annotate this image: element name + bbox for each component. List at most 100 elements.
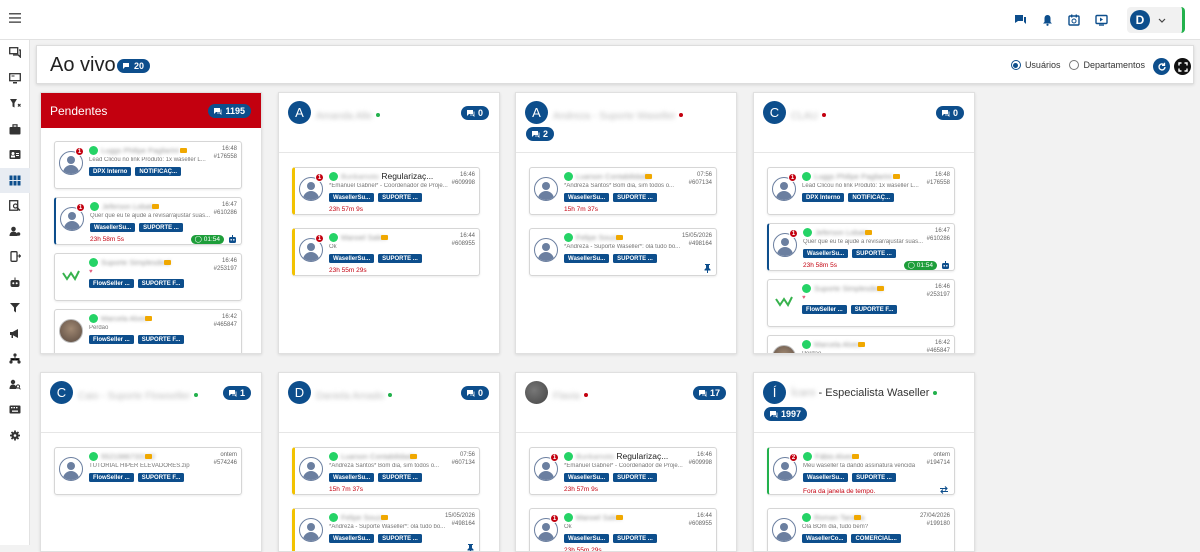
transfer-icon[interactable] — [939, 486, 949, 494]
department-chip[interactable]: FlowSeller ... — [89, 279, 134, 288]
sidebar-item-funnel[interactable] — [0, 91, 30, 117]
contact-avatar — [534, 177, 558, 201]
conversation-card[interactable]: Suporte Simplesdeal 16:46 #253197 ♥ FlowSell… — [767, 279, 955, 327]
radio-users[interactable] — [1010, 60, 1021, 70]
conversation-card[interactable]: Felipe Souza 15/05/2026 #498164 *Andreza - … — [529, 228, 717, 276]
conversation-card[interactable]: 1 Jeferson Lobato 16:47 #610286 Quer que eu … — [767, 223, 955, 271]
department-chip[interactable]: DPX Interno — [89, 167, 132, 176]
chat-icon[interactable] — [1007, 7, 1033, 33]
department-chip[interactable]: FlowSeller ... — [89, 335, 134, 344]
conversation-card[interactable]: 1 Manoel Sales 16:44 #608955 Ok WasellerSu...… — [292, 228, 480, 276]
sidebar-item-keyboard[interactable] — [0, 397, 30, 423]
bell-icon[interactable] — [1034, 7, 1060, 33]
pending-header: Pendentes 1195 — [41, 93, 261, 128]
sidebar-item-bots[interactable] — [0, 270, 30, 296]
fullscreen-button[interactable] — [1174, 58, 1191, 75]
chat-icon — [123, 62, 129, 69]
sidebar-item-search-history[interactable] — [0, 193, 30, 219]
department-chip[interactable]: FlowSeller ... — [89, 473, 134, 482]
agent-avatar: C — [50, 381, 73, 404]
conversation-card[interactable]: Marcela Alves16:42#465847PerdãoFlowSelle… — [54, 309, 242, 353]
department-chip[interactable]: DPX Interno — [802, 193, 845, 202]
department-chip[interactable]: WasellerSu... — [564, 534, 610, 543]
tag-icon — [876, 286, 884, 291]
department-chip[interactable]: WasellerSu... — [329, 534, 375, 543]
schedule-icon[interactable] — [1061, 7, 1087, 33]
radio-departments[interactable] — [1069, 60, 1080, 70]
conversation-card[interactable]: Luarson Contabilidade 07:56 #607134 *Andrez… — [292, 447, 480, 495]
session-timer: ◯ 01:54 — [903, 261, 937, 270]
sidebar-item-user-settings[interactable] — [0, 219, 30, 245]
department-chip[interactable]: NOTIFICAÇ... — [848, 193, 895, 202]
department-chip[interactable]: SUPORTE ... — [613, 254, 657, 263]
sidebar-item-hierarchy[interactable] — [0, 346, 30, 372]
department-chip[interactable]: WasellerSu... — [564, 193, 610, 202]
menu-icon[interactable] — [9, 13, 21, 23]
department-chip[interactable]: WasellerSu... — [564, 473, 610, 482]
sidebar-item-integration[interactable] — [0, 244, 30, 270]
sidebar-item-live[interactable] — [0, 167, 30, 193]
pin-icon[interactable] — [467, 544, 474, 551]
department-chip[interactable]: SUPORTE ... — [378, 534, 422, 543]
conversation-card[interactable]: Suporte Simplesdeal 16:46 #253197 ♥ FlowSell… — [54, 253, 242, 301]
department-chip[interactable]: NOTIFICAÇ... — [135, 167, 182, 176]
conversation-card[interactable]: Luarson Contabilidade 07:56 #607134 *Andrez… — [529, 167, 717, 215]
pin-icon[interactable] — [704, 264, 711, 273]
department-chip[interactable]: WasellerSu... — [329, 254, 375, 263]
department-chip[interactable]: COMERCIAL... — [851, 534, 901, 543]
department-chip[interactable]: WasellerSu... — [803, 473, 849, 482]
phone-transfer-icon — [10, 251, 21, 263]
conversation-card[interactable]: 1 Jeferson Lobato 16:47 #610286 Quer que eu … — [54, 197, 242, 245]
department-chip[interactable]: SUPORTE ... — [852, 473, 896, 482]
wait-timer: 23h 58m 5s — [803, 262, 837, 269]
agent-panel: D Daniela Amado 0 Luarson Contabilidade 07:5… — [278, 372, 500, 552]
department-chip[interactable]: SUPORTE F... — [137, 335, 185, 344]
sidebar-item-contacts[interactable] — [0, 142, 30, 168]
department-chip[interactable]: SUPORTE F... — [137, 473, 185, 482]
sidebar-item-chats[interactable] — [0, 40, 30, 66]
conversation-card[interactable]: 1 Luggs Philipe Pagliarini 16:48 #176558 Lea… — [54, 141, 242, 189]
conversation-card[interactable]: 1 Manoel Sales 16:44 #608955 Ok WasellerSu...… — [529, 508, 717, 551]
department-chip[interactable]: SUPORTE ... — [613, 473, 657, 482]
sidebar-item-settings[interactable] — [0, 423, 30, 449]
conversation-card[interactable]: 5521986733142 ontem #574246 TUTORIAL HIPER … — [54, 447, 242, 495]
department-chip[interactable]: WasellerSu... — [329, 193, 375, 202]
agent-panel: Í Ícaro - Especialista Waseller 1997 2 Fábio… — [753, 372, 975, 552]
video-icon[interactable] — [1088, 7, 1114, 33]
department-chip[interactable]: WasellerSu... — [564, 254, 610, 263]
department-chip[interactable]: FlowSeller ... — [802, 305, 847, 314]
whatsapp-icon — [329, 452, 338, 461]
department-chip[interactable]: WasellerCo... — [802, 534, 848, 543]
refresh-button[interactable] — [1153, 58, 1170, 75]
sidebar-item-monitor[interactable] — [0, 66, 30, 92]
page-title: Ao vivo — [50, 54, 116, 76]
sidebar-item-filters[interactable] — [0, 295, 30, 321]
conversation-card[interactable]: 2 Fábio Alves ontem #194714 Meu waseller ta … — [767, 447, 955, 495]
user-menu-button[interactable]: D — [1127, 7, 1185, 33]
sidebar-item-campaigns[interactable] — [0, 321, 30, 347]
whatsapp-icon — [329, 233, 338, 242]
conversation-card[interactable]: Marcela Alves16:42#465847PerdãoFlowSelle… — [767, 335, 955, 353]
department-chip[interactable]: WasellerSu... — [90, 223, 136, 232]
conversation-card[interactable]: 1 Bunkamoto Regularizaç... 16:46 #609998 *Em… — [292, 167, 480, 215]
department-chip[interactable]: SUPORTE ... — [378, 473, 422, 482]
contact-name: Manoel Sales — [341, 233, 387, 242]
conversation-card[interactable]: Felipe Souza 15/05/2026 #498164 *Andreza - … — [292, 508, 480, 551]
department-chip[interactable]: SUPORTE ... — [613, 193, 657, 202]
department-chip[interactable]: WasellerSu... — [803, 249, 849, 258]
department-chip[interactable]: SUPORTE F... — [850, 305, 898, 314]
conversation-card[interactable]: 1 Bunkamoto Regularizaç... 16:46 #609998 *Em… — [529, 447, 717, 495]
department-chip[interactable]: SUPORTE ... — [378, 254, 422, 263]
department-chip[interactable]: SUPORTE ... — [852, 249, 896, 258]
department-chip[interactable]: SUPORTE ... — [378, 193, 422, 202]
conversation-card[interactable]: 1 Luggs Philipe Pagliarini 16:48 #176558 Lea… — [767, 167, 955, 215]
sidebar-item-teams[interactable] — [0, 372, 30, 398]
whatsapp-icon — [89, 314, 98, 323]
count-badge: 0 — [460, 106, 489, 120]
conversation-card[interactable]: Roman Tanaka 27/04/2026 #199180 Olá BOm dia… — [767, 508, 955, 551]
department-chip[interactable]: WasellerSu... — [329, 473, 375, 482]
department-chip[interactable]: SUPORTE F... — [137, 279, 185, 288]
sidebar-item-briefcase[interactable] — [0, 117, 30, 143]
department-chip[interactable]: SUPORTE ... — [139, 223, 183, 232]
department-chip[interactable]: SUPORTE ... — [613, 534, 657, 543]
